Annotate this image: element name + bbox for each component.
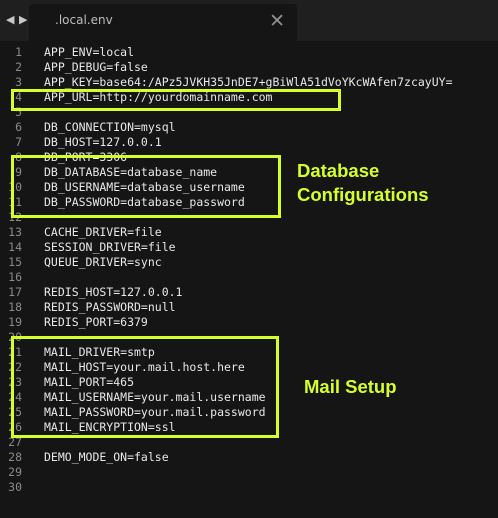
line-number: 13	[8, 225, 22, 239]
tab-local-env[interactable]: .local.env ✕	[29, 4, 297, 41]
code-line[interactable]: 7 DB_HOST=127.0.0.1	[0, 135, 498, 150]
tab-bar: ◀ ▶ .local.env ✕	[0, 0, 498, 41]
code-line[interactable]: 17 REDIS_HOST=127.0.0.1	[0, 285, 498, 300]
line-text: REDIS_PASSWORD=null	[44, 300, 176, 314]
code-line[interactable]: 13 CACHE_DRIVER=file	[0, 225, 498, 240]
line-text: DB_CONNECTION=mysql	[44, 120, 176, 134]
code-line[interactable]: 29	[0, 465, 498, 480]
nav-back-icon[interactable]: ◀	[6, 12, 14, 28]
close-icon[interactable]: ✕	[269, 10, 285, 32]
tab-label: .local.env	[55, 13, 113, 27]
code-line[interactable]: 14 SESSION_DRIVER=file	[0, 240, 498, 255]
line-number: 7	[15, 135, 22, 149]
line-number: 19	[8, 315, 22, 329]
line-number: 17	[8, 285, 22, 299]
line-number: 3	[15, 75, 22, 89]
line-number: 1	[15, 45, 22, 59]
code-line[interactable]: 3 APP_KEY=base64:/APz5JVKH35JnDE7+gBiWlA5…	[0, 75, 498, 90]
code-line[interactable]: 1 APP_ENV=local	[0, 45, 498, 60]
line-text: DEMO_MODE_ON=false	[44, 450, 169, 464]
highlight-app-url	[11, 89, 341, 111]
line-number: 28	[8, 450, 22, 464]
code-line[interactable]: 18 REDIS_PASSWORD=null	[0, 300, 498, 315]
line-number: 6	[15, 120, 22, 134]
line-text: QUEUE_DRIVER=sync	[44, 255, 162, 269]
code-editor[interactable]: 1 APP_ENV=local 2 APP_DEBUG=false 3 APP_KEY=b…	[0, 41, 498, 518]
line-text: APP_KEY=base64:/APz5JVKH35JnDE7+gBiWlA51…	[44, 75, 453, 89]
code-line[interactable]: 30	[0, 480, 498, 495]
line-text: APP_ENV=local	[44, 45, 135, 59]
code-line[interactable]: 15 QUEUE_DRIVER=sync	[0, 255, 498, 270]
highlight-mail	[11, 336, 279, 438]
code-line[interactable]: 2 APP_DEBUG=false	[0, 60, 498, 75]
line-text: REDIS_PORT=6379	[44, 315, 148, 329]
line-number: 15	[8, 255, 22, 269]
line-text: CACHE_DRIVER=file	[44, 225, 162, 239]
line-number: 2	[15, 60, 22, 74]
line-number: 18	[8, 300, 22, 314]
code-line[interactable]: 19 REDIS_PORT=6379	[0, 315, 498, 330]
annotation-database-subtitle: Configurations	[297, 184, 429, 205]
nav-forward-icon[interactable]: ▶	[19, 12, 27, 28]
code-line[interactable]: 6 DB_CONNECTION=mysql	[0, 120, 498, 135]
line-text: APP_DEBUG=false	[44, 60, 148, 74]
line-number: 14	[8, 240, 22, 254]
code-line[interactable]: 28 DEMO_MODE_ON=false	[0, 450, 498, 465]
line-number: 29	[8, 465, 22, 479]
highlight-database	[11, 155, 281, 218]
line-text: DB_HOST=127.0.0.1	[44, 135, 162, 149]
line-text: SESSION_DRIVER=file	[44, 240, 176, 254]
line-number: 16	[8, 270, 22, 284]
annotation-database-title: Database	[297, 160, 380, 181]
line-number: 30	[8, 480, 22, 494]
code-line[interactable]: 16	[0, 270, 498, 285]
line-text: REDIS_HOST=127.0.0.1	[44, 285, 183, 299]
annotation-mail: Mail Setup	[304, 376, 397, 397]
